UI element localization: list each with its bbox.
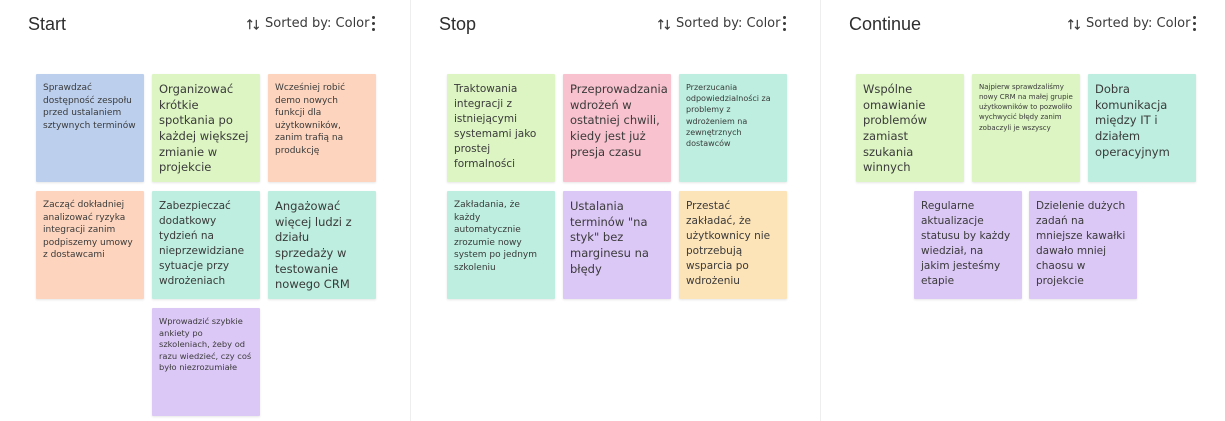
sticky-note[interactable]: Przeprowadzania wdrożeń w ostatniej chwi… xyxy=(563,74,671,182)
column-header: Start Sorted by: Color xyxy=(28,12,410,36)
sticky-note[interactable]: Zabezpieczać dodatkowy tydzień na nieprz… xyxy=(152,191,260,299)
sticky-note[interactable]: Angażować więcej ludzi z działu sprzedaż… xyxy=(268,191,376,299)
sticky-note-text: Regularne aktualizacje statusu by każdy … xyxy=(921,200,1011,287)
sort-arrows-icon xyxy=(246,18,260,30)
more-options-icon[interactable] xyxy=(1190,14,1200,34)
sticky-note-text: Sprawdzać dostępność zespołu przed ustal… xyxy=(43,83,136,131)
column-header: Continue Sorted by: Color xyxy=(849,12,1225,36)
sticky-note[interactable]: Wprowadzić szybkie ankiety po szkoleniac… xyxy=(152,308,260,416)
sticky-note-text: Zakładania, że każdy automatycznie zrozu… xyxy=(454,200,538,273)
sticky-note[interactable]: Regularne aktualizacje statusu by każdy … xyxy=(914,191,1022,299)
sticky-note[interactable]: Zacząć dokładniej analizować ryzyka inte… xyxy=(36,191,144,299)
sort-arrows-icon xyxy=(1067,18,1081,30)
sticky-note-text: Przeprowadzania wdrożeń w ostatniej chwi… xyxy=(570,82,668,159)
sort-button[interactable]: Sorted by: Color xyxy=(246,14,369,34)
sticky-note-text: Dzielenie dużych zadań na mniejsze kawał… xyxy=(1036,200,1126,287)
column-start: Start Sorted by: Color Sprawdzać dostępn… xyxy=(0,0,410,421)
column-continue: Continue Sorted by: Color Wspólne omawia… xyxy=(820,0,1225,421)
sort-arrows-icon xyxy=(657,18,671,30)
sticky-note[interactable]: Wcześniej robić demo nowych funkcji dla … xyxy=(268,74,376,182)
sticky-note[interactable]: Traktowania integracji z istniejącymi sy… xyxy=(447,74,555,182)
sticky-note-text: Ustalania terminów "na styk" bez margine… xyxy=(570,199,649,276)
sticky-note[interactable]: Przerzucania odpowiedzialności za proble… xyxy=(679,74,787,182)
column-header: Stop Sorted by: Color xyxy=(439,12,820,36)
sticky-note-text: Traktowania integracji z istniejącymi sy… xyxy=(454,83,537,170)
column-stop: Stop Sorted by: Color Traktowania integr… xyxy=(410,0,820,421)
sticky-note-text: Najpierw sprawdzaliśmy nowy CRM na małej… xyxy=(979,83,1073,132)
sticky-note[interactable]: Sprawdzać dostępność zespołu przed ustal… xyxy=(36,74,144,182)
sticky-note[interactable]: Zakładania, że każdy automatycznie zrozu… xyxy=(447,191,555,299)
sticky-note-text: Angażować więcej ludzi z działu sprzedaż… xyxy=(275,199,352,292)
sort-label: Sorted by: Color xyxy=(1086,16,1191,31)
sticky-note[interactable]: Wspólne omawianie problemów zamiast szuk… xyxy=(856,74,964,182)
sticky-note-text: Przerzucania odpowiedzialności za proble… xyxy=(686,83,771,148)
sticky-note[interactable]: Najpierw sprawdzaliśmy nowy CRM na małej… xyxy=(972,74,1080,182)
sticky-note-text: Zabezpieczać dodatkowy tydzień na nieprz… xyxy=(159,200,245,287)
sticky-note[interactable]: Ustalania terminów "na styk" bez margine… xyxy=(563,191,671,299)
sort-label: Sorted by: Color xyxy=(676,16,781,31)
sticky-note[interactable]: Przestać zakładać, że użytkownicy nie po… xyxy=(679,191,787,299)
sticky-note-text: Wprowadzić szybkie ankiety po szkoleniac… xyxy=(159,316,252,373)
sort-button[interactable]: Sorted by: Color xyxy=(1067,14,1190,34)
more-options-icon[interactable] xyxy=(780,14,790,34)
sort-label: Sorted by: Color xyxy=(265,16,370,31)
sticky-note-text: Wcześniej robić demo nowych funkcji dla … xyxy=(275,83,346,156)
column-title: Stop xyxy=(439,14,477,34)
sticky-note-text: Zacząć dokładniej analizować ryzyka inte… xyxy=(43,200,133,261)
sticky-note-text: Przestać zakładać, że użytkownicy nie po… xyxy=(686,200,771,287)
sticky-note-text: Dobra komunikacja między IT i działem op… xyxy=(1095,82,1170,159)
sticky-note[interactable]: Organizować krótkie spotkania po każdej … xyxy=(152,74,260,182)
column-title: Continue xyxy=(849,14,922,34)
retro-board: Start Sorted by: Color Sprawdzać dostępn… xyxy=(0,0,1225,421)
sticky-note-text: Organizować krótkie spotkania po każdej … xyxy=(159,82,249,175)
sticky-note[interactable]: Dobra komunikacja między IT i działem op… xyxy=(1088,74,1196,182)
sticky-note[interactable]: Dzielenie dużych zadań na mniejsze kawał… xyxy=(1029,191,1137,299)
more-options-icon[interactable] xyxy=(369,14,379,34)
sort-button[interactable]: Sorted by: Color xyxy=(657,14,780,34)
sticky-note-text: Wspólne omawianie problemów zamiast szuk… xyxy=(863,82,928,175)
column-title: Start xyxy=(28,14,67,34)
